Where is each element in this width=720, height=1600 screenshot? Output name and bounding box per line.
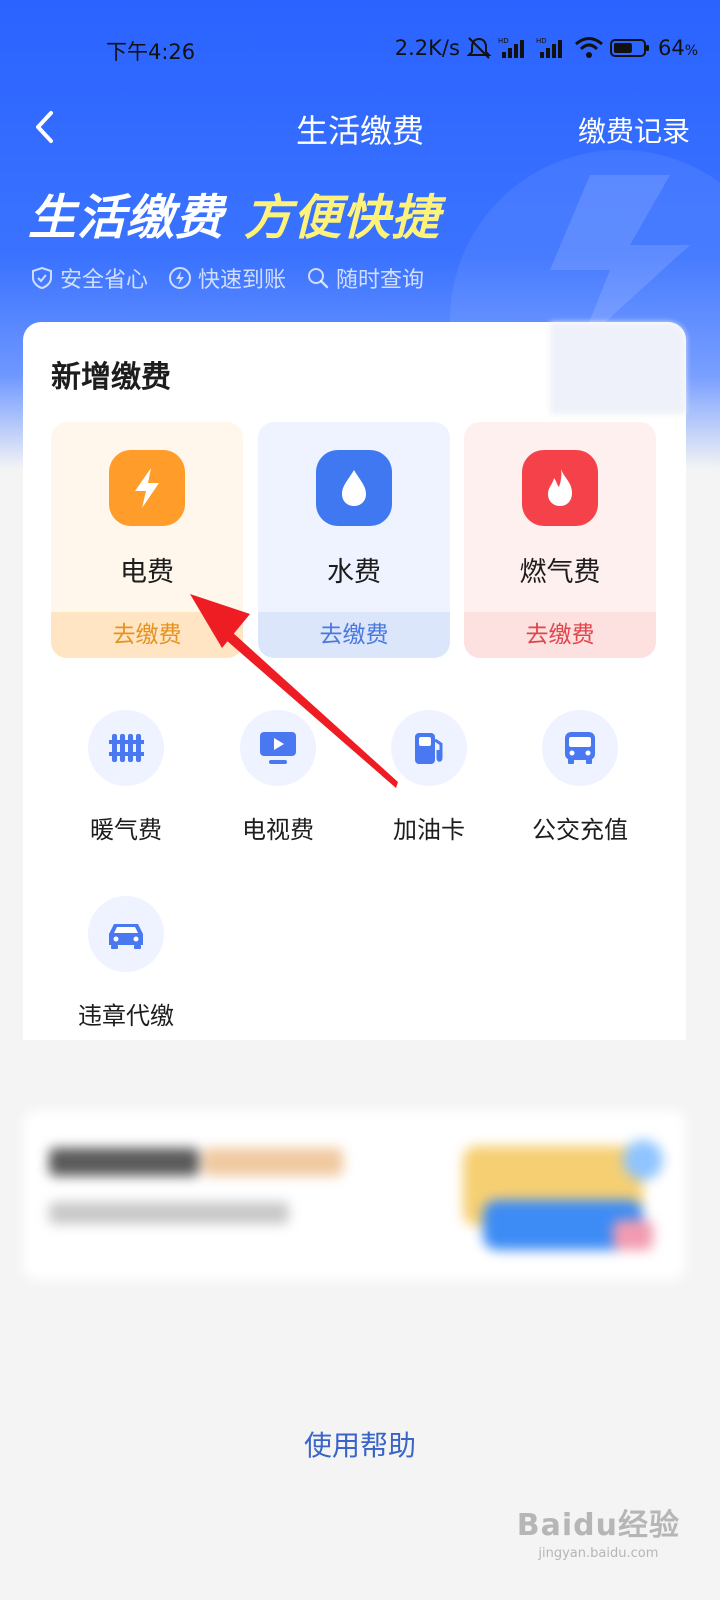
network-speed: 2.2K/s xyxy=(394,36,460,60)
feature-item: 随时查询 xyxy=(306,262,424,294)
status-icons: 2.2K/s HD HD 64% xyxy=(395,34,698,62)
baidu-watermark: Baidu经验 jingyan.baidu.com xyxy=(517,1500,680,1561)
item-label: 电视费 xyxy=(242,816,314,844)
tile-label: 水费 xyxy=(327,557,381,588)
feature-label: 安全省心 xyxy=(60,268,149,293)
watermark-url: jingyan.baidu.com xyxy=(538,1546,659,1561)
promo-image xyxy=(623,1140,663,1180)
battery-percent: 64% xyxy=(657,36,698,60)
signal-hd-icon: HD xyxy=(498,37,524,58)
tv-icon xyxy=(240,710,316,786)
item-label: 暖气费 xyxy=(90,816,162,844)
item-label: 加油卡 xyxy=(393,816,465,844)
pay-now-button[interactable]: 去缴费 xyxy=(464,612,656,658)
pay-now-button[interactable]: 去缴费 xyxy=(258,612,450,658)
lightning-icon xyxy=(109,450,185,526)
shield-check-icon xyxy=(32,266,52,290)
gas-tile[interactable]: 燃气费 去缴费 xyxy=(464,422,656,658)
svg-text:HD: HD xyxy=(498,37,509,45)
water-drop-icon xyxy=(316,450,392,526)
tv-fee-item[interactable]: 电视费 xyxy=(203,710,353,850)
blurred-area xyxy=(550,322,686,414)
traffic-fine-item[interactable]: 违章代缴 xyxy=(51,896,201,1036)
svg-text:HD: HD xyxy=(536,37,547,45)
banner-slogan: 生活缴费 方便快捷 xyxy=(28,178,440,248)
status-bar: 下午4:26 2.2K/s HD HD 64% xyxy=(0,0,720,100)
bus-topup-item[interactable]: 公交充值 xyxy=(505,710,655,850)
feature-list: 安全省心 快速到账 随时查询 xyxy=(30,262,424,294)
battery-icon xyxy=(609,39,649,57)
mute-bell-icon xyxy=(466,37,492,59)
pay-now-button[interactable]: 去缴费 xyxy=(51,612,243,658)
heating-fee-item[interactable]: 暖气费 xyxy=(51,710,201,850)
electricity-tile[interactable]: 电费 去缴费 xyxy=(51,422,243,658)
item-label: 违章代缴 xyxy=(78,1002,174,1030)
promo-image xyxy=(613,1220,653,1250)
radiator-icon xyxy=(88,710,164,786)
feature-label: 随时查询 xyxy=(336,268,425,293)
bus-icon xyxy=(542,710,618,786)
signal-hd-icon: HD xyxy=(536,37,562,58)
payment-records-link[interactable]: 缴费记录 xyxy=(578,110,690,150)
promo-banner[interactable] xyxy=(23,1110,686,1280)
car-icon xyxy=(88,896,164,972)
add-payment-card: 新增缴费 电费 去缴费 水费 去缴费 燃气费 去缴费 暖气费 电视费 加油卡 公… xyxy=(23,322,686,1040)
feature-label: 快速到账 xyxy=(198,268,287,293)
promo-text-placeholder xyxy=(203,1148,343,1176)
fuel-card-item[interactable]: 加油卡 xyxy=(354,710,504,850)
search-icon xyxy=(308,268,329,289)
tile-label: 燃气费 xyxy=(519,557,601,588)
help-link[interactable]: 使用帮助 xyxy=(0,1424,720,1464)
lightning-circle-icon xyxy=(169,267,192,289)
slogan-white: 生活缴费 xyxy=(28,190,225,246)
watermark-logo: Baidu经验 xyxy=(516,1508,680,1543)
slogan-yellow: 方便快捷 xyxy=(244,190,441,246)
wifi-icon xyxy=(574,37,603,58)
water-tile[interactable]: 水费 去缴费 xyxy=(258,422,450,658)
promo-text-placeholder xyxy=(49,1148,199,1176)
status-time: 下午4:26 xyxy=(106,40,196,64)
item-label: 公交充值 xyxy=(532,816,628,844)
fuel-pump-icon xyxy=(391,710,467,786)
promo-text-placeholder xyxy=(49,1202,289,1224)
feature-item: 快速到账 xyxy=(168,262,286,294)
feature-item: 安全省心 xyxy=(30,262,148,294)
flame-icon xyxy=(522,450,598,526)
card-title: 新增缴费 xyxy=(51,360,171,395)
decorative-bolt-icon xyxy=(550,175,690,345)
tile-label: 电费 xyxy=(120,557,174,588)
